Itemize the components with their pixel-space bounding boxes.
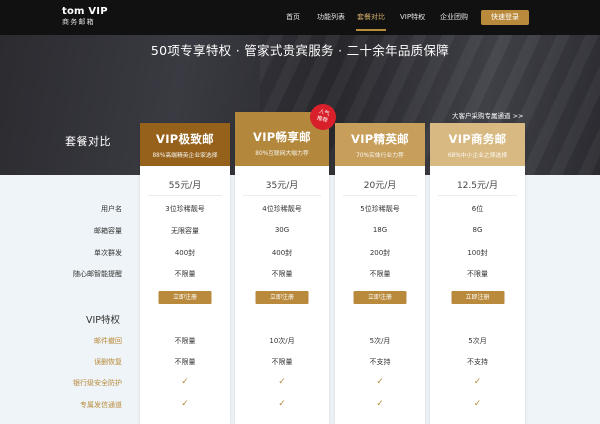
vip-privileges-section-label: VIP特权 <box>86 315 121 326</box>
plan-price: 55元/月 <box>168 181 202 191</box>
active-nav-indicator <box>356 29 386 31</box>
plan-price: 12.5元/月 <box>456 181 499 191</box>
quick-login-button[interactable]: 快速登录 <box>481 10 529 25</box>
cell-reminder: 不限量 <box>369 270 391 278</box>
row-label-send-channel: 专属发信通道 <box>80 401 122 409</box>
cell-bulk-send: 400封 <box>271 249 293 257</box>
cell-username: 5位珍稀靓号 <box>360 205 400 213</box>
divider <box>148 195 222 196</box>
plan-subtitle: 80%互联网大咖力荐 <box>255 151 309 157</box>
plan-name: VIP精英邮 <box>351 132 409 146</box>
cell-reminder: 不限量 <box>271 270 293 278</box>
plan-name: VIP商务邮 <box>448 132 507 146</box>
register-button[interactable]: 立即注册 <box>451 291 504 304</box>
cell-recovery: 不限量 <box>174 358 196 366</box>
cell-recovery: 不支持 <box>467 358 488 366</box>
cell-capacity: 18G <box>372 226 388 234</box>
cell-recovery: 不限量 <box>271 358 293 366</box>
logo-text: tom VIP <box>62 6 108 17</box>
check-icon: ✓ <box>473 399 482 409</box>
divider <box>438 195 517 196</box>
plan-card-elite: VIP精英邮 70%实体行业力荐 20元/月 5位珍稀靓号 18G 200封 不… <box>335 123 425 424</box>
row-label-capacity: 邮箱容量 <box>94 227 122 235</box>
cell-bulk-send: 100封 <box>467 249 488 257</box>
top-nav-bar: tom VIP 商务邮箱 首页 功能列表 套餐对比 VIP特权 企业团购 快速登… <box>0 0 600 35</box>
cell-reminder: 不限量 <box>174 270 196 278</box>
tom-vip-logo[interactable]: tom VIP 商务邮箱 <box>62 7 108 26</box>
cell-username: 3位珍稀靓号 <box>165 205 205 213</box>
nav-group-buy[interactable]: 企业团购 <box>440 12 468 22</box>
register-button[interactable]: 立即注册 <box>353 291 407 304</box>
plan-price: 20元/月 <box>363 181 397 191</box>
plan-subtitle: 70%实体行业力荐 <box>356 153 404 159</box>
check-icon: ✓ <box>376 377 384 387</box>
check-icon: ✓ <box>181 399 189 409</box>
row-label-recall: 邮件撤回 <box>94 337 122 345</box>
plan-card-enjoy: VIP畅享邮 80%互联网大咖力荐 35元/月 4位珍稀靓号 30G 400封 … <box>235 112 329 424</box>
cell-capacity: 无限容量 <box>171 227 199 235</box>
cell-username: 4位珍稀靓号 <box>262 205 302 213</box>
check-icon: ✓ <box>181 377 189 387</box>
divider <box>343 195 417 196</box>
plan-header: VIP精英邮 70%实体行业力荐 <box>335 123 425 166</box>
row-label-bank-security: 银行级安全防护 <box>73 379 122 387</box>
cell-capacity: 30G <box>274 226 290 234</box>
nav-features[interactable]: 功能列表 <box>317 12 345 22</box>
divider <box>243 195 321 196</box>
check-icon: ✓ <box>376 399 384 409</box>
cell-recall: 5次/月 <box>369 337 391 345</box>
row-label-bulk-send: 单次群发 <box>94 249 122 257</box>
row-label-reminder: 随心邮智能提醒 <box>73 270 122 278</box>
row-label-username: 用户名 <box>101 205 122 213</box>
check-icon: ✓ <box>473 377 482 387</box>
plan-header: VIP商务邮 68%中小企业之择选择 <box>430 123 525 166</box>
plan-card-business: VIP商务邮 68%中小企业之择选择 12.5元/月 6位 8G 100封 不限… <box>430 123 525 424</box>
hero-title: 50项专享特权 · 管家式贵宾服务 · 二十余年品质保障 <box>150 43 450 58</box>
plan-name: VIP极致邮 <box>156 132 214 146</box>
cell-bulk-send: 400封 <box>174 249 196 257</box>
plan-card-extreme: VIP极致邮 88%高端精英企业家选择 55元/月 3位珍稀靓号 无限容量 40… <box>140 123 230 424</box>
plan-subtitle: 88%高端精英企业家选择 <box>152 153 218 159</box>
cell-recall: 5次月 <box>468 337 487 345</box>
check-icon: ✓ <box>278 377 286 387</box>
plan-price: 35元/月 <box>265 181 299 191</box>
row-label-recovery: 误删恢复 <box>94 358 122 366</box>
plan-header: VIP极致邮 88%高端精英企业家选择 <box>140 123 230 166</box>
plan-compare-title: 套餐对比 <box>65 135 111 148</box>
logo-subtext: 商务邮箱 <box>62 18 95 26</box>
cell-username: 6位 <box>471 205 484 213</box>
register-button[interactable]: 立即注册 <box>158 291 212 304</box>
register-button[interactable]: 立即注册 <box>255 291 309 304</box>
nav-vip-privileges[interactable]: VIP特权 <box>400 12 425 22</box>
plan-subtitle: 68%中小企业之择选择 <box>447 153 508 159</box>
enterprise-purchase-link[interactable]: 大客户采购专属通道 >> <box>452 110 523 120</box>
cell-capacity: 8G <box>472 226 483 234</box>
cell-bulk-send: 200封 <box>369 249 391 257</box>
cell-recovery: 不支持 <box>369 358 391 366</box>
nav-plan-compare[interactable]: 套餐对比 <box>357 12 385 22</box>
cell-recall: 10次/月 <box>269 337 295 345</box>
plan-name: VIP畅享邮 <box>253 130 311 144</box>
nav-home[interactable]: 首页 <box>286 12 300 22</box>
check-icon: ✓ <box>278 399 286 409</box>
cell-recall: 不限量 <box>174 337 196 345</box>
cell-reminder: 不限量 <box>467 270 488 278</box>
